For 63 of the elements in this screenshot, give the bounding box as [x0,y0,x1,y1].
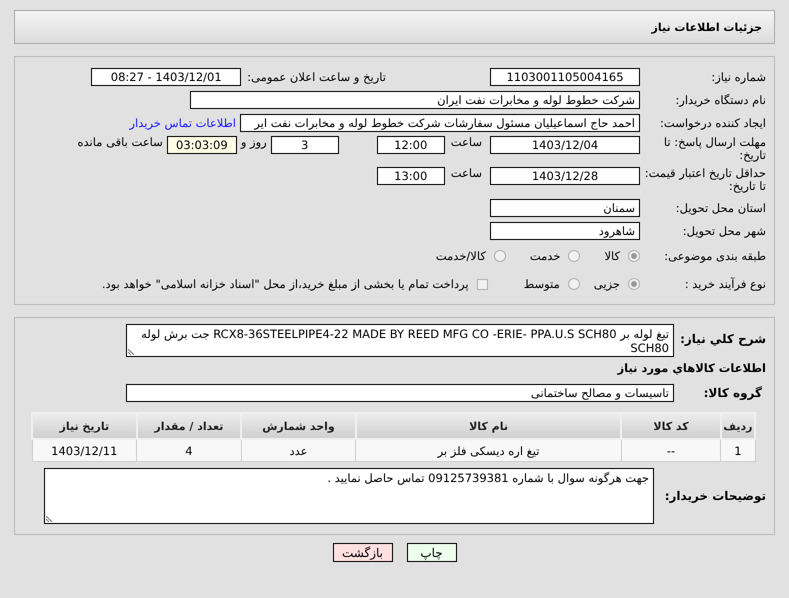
field-label: توضیحات خریدار: [664,489,767,503]
column-header: تعداد / مقدار [136,413,242,439]
radio-label: کالا/خدمت [436,249,486,263]
column-header: واحد شمارش [241,413,356,439]
announce-date-field[interactable]: 1403/12/01 - 08:27 [91,68,242,86]
table-cell: -- [621,439,721,462]
resize-grip-icon[interactable] [46,514,54,522]
field-label: گروه کالا: [702,386,763,400]
validity-date-field[interactable]: 1403/12/28 [490,167,640,185]
table-cell: عدد [241,439,356,462]
province-field[interactable]: سمنان [490,198,640,216]
days-field[interactable]: 3 [270,136,339,154]
deadline-time-field[interactable]: 12:00 [376,136,445,154]
print-button[interactable]: چاپ [406,543,456,562]
field-label: مهلت ارسال پاسخ: تا تاریخ: [662,136,767,162]
section-title: اطلاعات کالاهاي مورد نياز [616,361,767,375]
field-label: تاریخ و ساعت اعلان عمومی: [247,70,386,84]
resize-grip-icon[interactable] [128,347,136,355]
radio-label: خدمت [530,249,560,263]
radio-button[interactable] [568,278,580,290]
radio-button[interactable] [628,250,640,262]
column-header: ردیف [720,413,755,439]
checkbox-label: پرداخت تمام یا بخشی از مبلغ خرید،از محل "اسناد خزانه اسلامی" خواهد بود. [102,277,469,291]
requester-field[interactable]: احمد حاج اسماعیلیان مسئول سفارشات شرکت خطوط لوله و مخابرات نفت ایر [240,114,640,132]
remaining-time-field[interactable]: 03:03:09 [166,136,237,154]
buyer-org-field[interactable]: شرکت خطوط لوله و مخابرات نفت ایران [190,90,640,108]
validity-time-field[interactable]: 13:00 [376,167,445,185]
time-label: ساعت [450,136,482,149]
field-label: ایجاد کننده درخواست: [659,116,767,130]
field-label: حداقل تاریخ اعتبار قیمت: تا تاریخ: [644,167,767,193]
description-field[interactable]: تیغ لوله بر RCX8-36STEELPIPE4-22 MADE BY REED MFG CO -ERIE- PPA.U.S SCH80 جت برش لوله SCH80 [126,324,674,357]
column-header: نام کالا [356,413,622,439]
field-label: شماره نیاز: [710,70,767,84]
field-label: شهر محل تحویل: [682,224,767,238]
radio-button[interactable] [494,250,506,262]
column-header: کد کالا [621,413,721,439]
back-button[interactable]: بازگشت [332,543,392,562]
table-cell: 1403/12/11 [32,439,137,462]
page-title: جزئیات اطلاعات نیاز [652,20,762,34]
deadline-date-field[interactable]: 1403/12/04 [490,136,640,154]
field-label: طبقه بندی موضوعی: [663,249,767,263]
radio-label: جزیی [594,277,620,291]
time-label: ساعت [450,167,482,180]
city-field[interactable]: شاهرود [490,222,640,240]
remaining-label: ساعت باقی مانده [78,136,163,149]
radio-button[interactable] [628,278,640,290]
buyer-contact-link[interactable]: اطلاعات تماس خریدار [129,116,236,130]
column-header: تاریخ نیاز [32,413,137,439]
days-label: روز و [240,136,267,149]
field-label: استان محل تحویل: [674,200,767,214]
checkbox[interactable] [476,278,488,290]
need-number-field[interactable]: 1103001105004165 [490,68,640,86]
radio-label: کالا [604,249,620,263]
table-cell: 4 [136,439,242,462]
radio-label: متوسط [524,277,560,291]
table-cell: تیغ اره دیسکی فلز بر [356,439,622,462]
field-label: شرح کلي نياز: [679,331,767,346]
field-label: نوع فرآیند خرید : [684,277,767,291]
notes-field[interactable]: جهت هرگونه سوال با شماره 09125739381 تماس حاصل نمایید . [44,468,654,524]
group-field[interactable]: تاسیسات و مصالح ساختمانی [126,384,674,402]
radio-button[interactable] [568,250,580,262]
table-cell: 1 [720,439,755,462]
field-label: نام دستگاه خریدار: [674,92,767,106]
